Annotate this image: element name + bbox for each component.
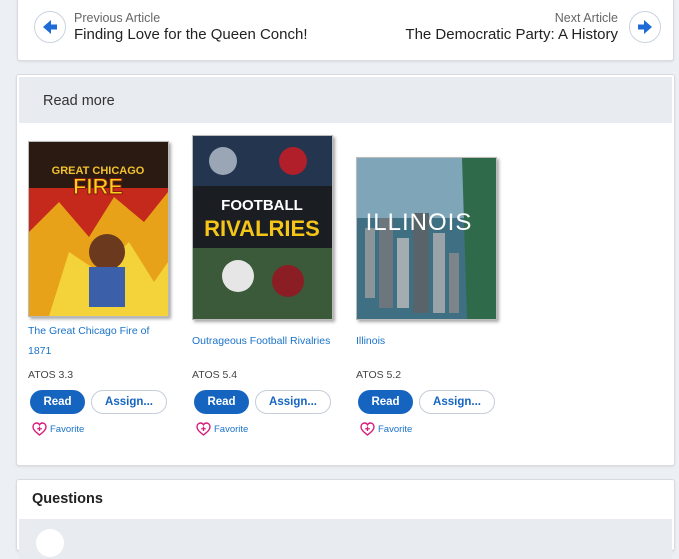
read-button[interactable]: Read — [358, 390, 413, 414]
favorite-label: Favorite — [50, 423, 85, 435]
article-navigation: Previous Article Finding Love for the Qu… — [17, 0, 674, 61]
heart-plus-icon — [196, 422, 211, 436]
next-article-button[interactable] — [629, 11, 661, 43]
read-button[interactable]: Read — [194, 390, 249, 414]
svg-text:RIVALRIES: RIVALRIES — [204, 216, 320, 241]
atos-score: ATOS 5.2 — [356, 369, 402, 381]
favorite-label: Favorite — [214, 423, 249, 435]
svg-text:ILLINOIS: ILLINOIS — [366, 209, 473, 236]
assign-button[interactable]: Assign... — [255, 390, 331, 414]
book-title-link[interactable]: Illinois — [356, 331, 501, 351]
read-more-section: Read more GREAT CHICAGO FIRE The Great C… — [16, 74, 675, 466]
atos-score: ATOS 3.3 — [28, 369, 74, 381]
next-article-kicker: Next Article — [554, 11, 618, 25]
favorite-button[interactable]: Favorite — [360, 422, 412, 436]
svg-text:FIRE: FIRE — [73, 174, 123, 199]
questions-heading: Questions — [32, 491, 103, 507]
read-button[interactable]: Read — [30, 390, 85, 414]
arrow-right-icon — [638, 20, 652, 34]
book-cover-image: ILLINOIS — [357, 158, 496, 319]
book-card: GREAT CHICAGO FIRE The Great Chicago Fir… — [28, 141, 178, 441]
book-cover[interactable]: FOOTBALL RIVALRIES — [192, 135, 333, 320]
book-cover[interactable]: ILLINOIS — [356, 157, 497, 320]
book-cover-image: FOOTBALL RIVALRIES — [193, 136, 332, 319]
heart-plus-icon — [360, 422, 375, 436]
read-more-heading: Read more — [43, 93, 115, 109]
book-card: FOOTBALL RIVALRIES Outrageous Football R… — [192, 135, 342, 441]
arrow-left-icon — [43, 20, 57, 34]
atos-score: ATOS 5.4 — [192, 369, 238, 381]
next-article-title[interactable]: The Democratic Party: A History — [405, 26, 618, 43]
book-title-link[interactable]: Outrageous Football Rivalries — [192, 331, 337, 351]
heart-plus-icon — [32, 422, 47, 436]
favorite-button[interactable]: Favorite — [196, 422, 248, 436]
book-cover[interactable]: GREAT CHICAGO FIRE — [28, 141, 169, 317]
favorite-button[interactable]: Favorite — [32, 422, 84, 436]
svg-text:FOOTBALL: FOOTBALL — [221, 197, 303, 214]
previous-article-button[interactable] — [34, 11, 66, 43]
assign-button[interactable]: Assign... — [419, 390, 495, 414]
book-card: ILLINOIS Illinois ATOS 5.2 Read Assign..… — [356, 157, 506, 441]
book-cover-image: GREAT CHICAGO FIRE — [29, 142, 168, 316]
assign-button[interactable]: Assign... — [91, 390, 167, 414]
read-more-header: Read more — [19, 77, 672, 123]
question-number-badge — [36, 529, 64, 557]
previous-article-title[interactable]: Finding Love for the Queen Conch! — [74, 26, 307, 43]
favorite-label: Favorite — [378, 423, 413, 435]
questions-section: Questions — [16, 479, 675, 559]
question-row — [19, 519, 672, 559]
book-title-link[interactable]: The Great Chicago Fire of 1871 — [28, 321, 173, 361]
previous-article-kicker: Previous Article — [74, 11, 161, 25]
